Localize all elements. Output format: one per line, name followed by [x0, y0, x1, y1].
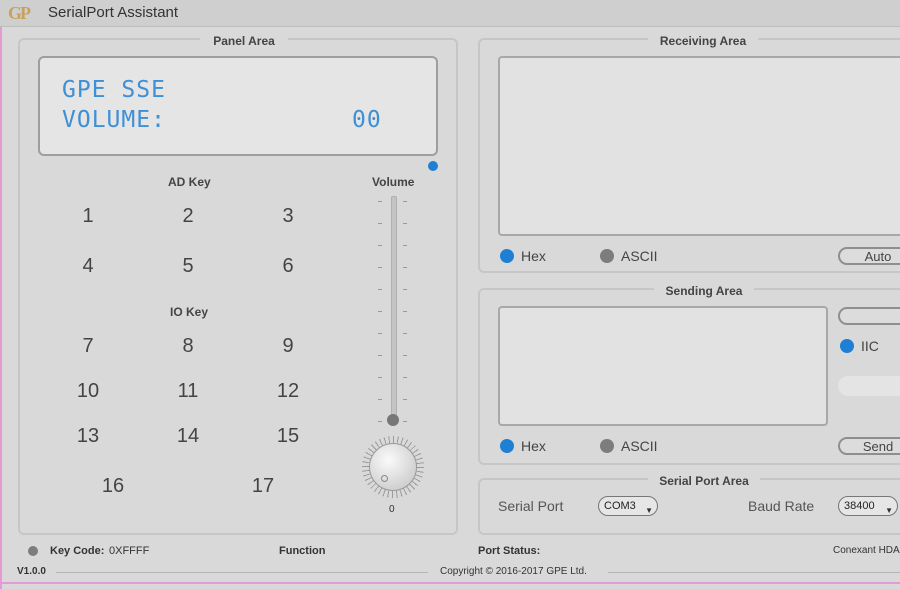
title-bar: GP SerialPort Assistant: [0, 0, 900, 27]
send-textarea[interactable]: [498, 306, 828, 426]
ad-key-4[interactable]: 4: [68, 255, 108, 278]
receive-hex-label: Hex: [521, 248, 546, 264]
sending-top-button[interactable]: [838, 307, 900, 325]
volume-tick: [403, 201, 407, 202]
port-status-label: Port Status:: [478, 545, 541, 557]
io-key-13[interactable]: 13: [68, 425, 108, 448]
volume-slider-thumb[interactable]: [387, 414, 399, 426]
ad-key-6[interactable]: 6: [268, 255, 308, 278]
volume-tick: [378, 223, 382, 224]
lcd-line2-label: VOLUME:: [62, 107, 166, 133]
io-key-7[interactable]: 7: [68, 335, 108, 358]
volume-label: Volume: [372, 175, 415, 189]
receiving-area-title: Receiving Area: [648, 34, 758, 48]
volume-slider-track[interactable]: [391, 196, 397, 424]
volume-tick: [378, 421, 382, 422]
io-key-9[interactable]: 9: [268, 335, 308, 358]
volume-tick: [378, 355, 382, 356]
volume-tick: [378, 377, 382, 378]
iic-label: IIC: [861, 338, 879, 354]
volume-tick: [378, 311, 382, 312]
volume-tick: [403, 421, 407, 422]
send-option-input[interactable]: [838, 376, 900, 396]
receive-ascii-radio[interactable]: [600, 249, 614, 263]
send-ascii-radio[interactable]: [600, 439, 614, 453]
footer-divider-right: [608, 572, 900, 573]
ad-key-2[interactable]: 2: [168, 205, 208, 228]
volume-tick: [403, 311, 407, 312]
volume-tick: [403, 245, 407, 246]
app-title: SerialPort Assistant: [48, 4, 179, 21]
io-key-14[interactable]: 14: [168, 425, 208, 448]
volume-tick: [403, 377, 407, 378]
lcd-display: GPE SSE VOLUME: 00: [38, 56, 438, 156]
io-key-12[interactable]: 12: [268, 380, 308, 403]
volume-knob-indicator: [381, 475, 388, 482]
send-ascii-label: ASCII: [621, 438, 658, 454]
volume-tick: [378, 333, 382, 334]
io-key-16[interactable]: 16: [93, 475, 133, 498]
chevron-down-icon: ▼: [645, 506, 653, 515]
app-logo-icon: GP: [8, 3, 31, 23]
copyright-text: Copyright © 2016-2017 GPE Ltd.: [440, 566, 587, 577]
chevron-down-icon: ▼: [885, 506, 893, 515]
ad-key-title: AD Key: [168, 175, 211, 189]
baud-rate-label: Baud Rate: [748, 498, 815, 514]
volume-tick: [403, 355, 407, 356]
io-key-15[interactable]: 15: [268, 425, 308, 448]
baud-rate-value: 38400: [844, 500, 875, 512]
send-button[interactable]: Send: [838, 437, 900, 455]
volume-tick: [403, 267, 407, 268]
window-edge-bottom: [0, 582, 900, 584]
baud-rate-select[interactable]: 38400 ▼: [838, 496, 898, 516]
receive-ascii-label: ASCII: [621, 248, 658, 264]
volume-value: 0: [389, 504, 395, 515]
io-key-8[interactable]: 8: [168, 335, 208, 358]
volume-tick: [403, 399, 407, 400]
ad-key-1[interactable]: 1: [68, 205, 108, 228]
auto-button[interactable]: Auto: [838, 247, 900, 265]
iic-radio[interactable]: [840, 339, 854, 353]
io-key-title: IO Key: [170, 305, 209, 319]
serial-port-value: COM3: [604, 500, 636, 512]
receive-hex-radio[interactable]: [500, 249, 514, 263]
lcd-line1: GPE SSE: [62, 77, 166, 103]
sending-area-title: Sending Area: [654, 284, 754, 298]
volume-tick: [403, 223, 407, 224]
serial-port-label: Serial Port: [498, 498, 564, 514]
volume-tick: [378, 201, 382, 202]
footer-divider-left: [56, 572, 428, 573]
io-key-10[interactable]: 10: [68, 380, 108, 403]
serial-port-select[interactable]: COM3 ▼: [598, 496, 658, 516]
device-name: Conexant HDA: [833, 545, 900, 556]
version-label: V1.0.0: [17, 566, 46, 577]
key-code-indicator-icon: [28, 546, 38, 556]
volume-knob[interactable]: [369, 443, 417, 491]
status-led: [428, 161, 438, 171]
volume-tick: [378, 267, 382, 268]
ad-key-3[interactable]: 3: [268, 205, 308, 228]
panel-area-title: Panel Area: [200, 34, 288, 48]
send-hex-label: Hex: [521, 438, 546, 454]
volume-tick: [378, 245, 382, 246]
serial-port-area-title: Serial Port Area: [648, 474, 760, 488]
key-code-value: 0XFFFF: [109, 545, 150, 557]
volume-tick: [403, 289, 407, 290]
receive-textarea[interactable]: [498, 56, 900, 236]
ad-key-5[interactable]: 5: [168, 255, 208, 278]
volume-tick: [403, 333, 407, 334]
lcd-volume-value: 00: [352, 107, 382, 133]
send-hex-radio[interactable]: [500, 439, 514, 453]
io-key-17[interactable]: 17: [243, 475, 283, 498]
window-edge-left: [0, 26, 2, 589]
volume-tick: [378, 289, 382, 290]
key-code-label: Key Code:: [50, 545, 105, 557]
volume-tick: [378, 399, 382, 400]
function-label: Function: [279, 545, 326, 557]
io-key-11[interactable]: 11: [168, 380, 208, 403]
